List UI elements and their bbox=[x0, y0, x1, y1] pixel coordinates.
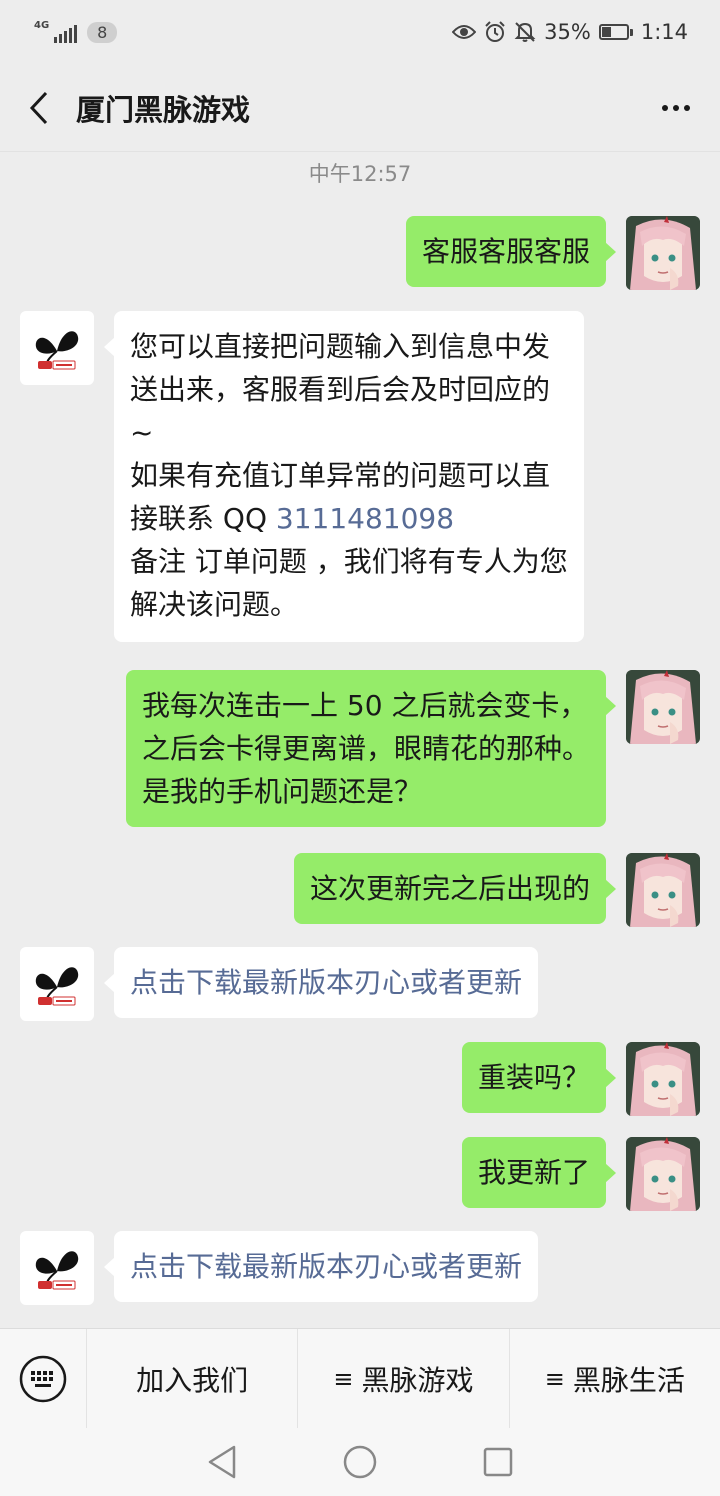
notification-count-badge: 8 bbox=[87, 21, 118, 43]
menu-item-label: 黑脉游戏 bbox=[361, 1363, 474, 1397]
back-icon bbox=[29, 91, 48, 124]
brand-avatar[interactable] bbox=[20, 311, 94, 385]
message-bubble[interactable]: 我每次连击一上 50 之后就会变卡， 之后会卡得更离谱，眼睛花的那种。 是我的手… bbox=[125, 670, 617, 827]
message-bubble[interactable]: 客服客服客服 bbox=[405, 216, 617, 287]
user-avatar[interactable] bbox=[626, 216, 700, 290]
message-outgoing: 这次更新完之后出现的 bbox=[293, 853, 700, 927]
message-incoming: 您可以直接把问题输入到信息中发 送出来，客服看到后会及时回应的 ~ 如果有充值订… bbox=[20, 311, 584, 642]
message-outgoing: 我更新了 bbox=[461, 1137, 700, 1211]
download-link-bubble[interactable]: 点击下载最新版本刃心或者更新 bbox=[103, 947, 539, 1018]
message-outgoing: 重装吗？ bbox=[461, 1042, 700, 1116]
brand-avatar[interactable] bbox=[20, 947, 94, 1021]
menu-item-heimai-games[interactable]: ≡ 黑脉游戏 bbox=[297, 1328, 508, 1429]
message-bubble[interactable]: 我更新了 bbox=[461, 1137, 617, 1208]
message-timestamp: 中午12:57 bbox=[308, 162, 412, 186]
message-bubble[interactable]: 您可以直接把问题输入到信息中发 送出来，客服看到后会及时回应的 ~ 如果有充值订… bbox=[104, 311, 584, 642]
chat-title: 厦门黑脉游戏 bbox=[76, 92, 251, 127]
menu-item-heimai-life[interactable]: ≡ 黑脉生活 bbox=[508, 1328, 720, 1429]
alarm-icon bbox=[484, 21, 506, 43]
menu-item-label: 黑脉生活 bbox=[572, 1363, 685, 1397]
menu-item-label: 加入我们 bbox=[136, 1363, 249, 1397]
list-icon: ≡ bbox=[333, 1364, 354, 1393]
nav-back-button[interactable] bbox=[206, 1444, 238, 1480]
nav-recents-icon bbox=[483, 1447, 513, 1477]
status-bar: 4G 8 35% 1:14 bbox=[0, 0, 720, 64]
keyboard-toggle-button[interactable] bbox=[0, 1329, 86, 1429]
more-icon bbox=[662, 104, 690, 111]
keyboard-icon bbox=[19, 1355, 67, 1402]
download-link-bubble[interactable]: 点击下载最新版本刃心或者更新 bbox=[103, 1231, 539, 1302]
user-avatar[interactable] bbox=[626, 670, 700, 744]
qq-number-link[interactable]: 3111481098 bbox=[276, 502, 454, 535]
eye-icon bbox=[452, 22, 477, 42]
message-bubble[interactable]: 重装吗？ bbox=[461, 1042, 617, 1113]
signal-icon: 4G bbox=[34, 20, 78, 43]
battery-icon bbox=[598, 24, 633, 40]
network-type: 4G bbox=[34, 20, 50, 31]
more-button[interactable] bbox=[656, 88, 696, 128]
nav-back-icon bbox=[208, 1445, 236, 1479]
battery-percent: 35% bbox=[544, 20, 591, 44]
clock: 1:14 bbox=[640, 20, 688, 44]
message-outgoing: 客服客服客服 bbox=[405, 216, 700, 290]
brand-avatar[interactable] bbox=[20, 1231, 94, 1305]
user-avatar[interactable] bbox=[626, 853, 700, 927]
message-bubble[interactable]: 这次更新完之后出现的 bbox=[293, 853, 617, 924]
message-outgoing: 我每次连击一上 50 之后就会变卡， 之后会卡得更离谱，眼睛花的那种。 是我的手… bbox=[125, 670, 700, 827]
message-list[interactable]: 中午12:57 客服客服客服 您可以直接把问题输入到信息中发 送出来，客服看到后… bbox=[0, 152, 720, 1328]
message-incoming: 点击下载最新版本刃心或者更新 bbox=[20, 1231, 539, 1305]
mute-icon bbox=[514, 21, 536, 43]
user-avatar[interactable] bbox=[626, 1137, 700, 1211]
nav-recents-button[interactable] bbox=[482, 1446, 514, 1478]
system-navigation-bar bbox=[0, 1428, 720, 1496]
menu-item-join-us[interactable]: 加入我们 bbox=[86, 1328, 297, 1429]
nav-home-icon bbox=[343, 1445, 377, 1479]
official-account-menu: 加入我们 ≡ 黑脉游戏 ≡ 黑脉生活 bbox=[0, 1328, 720, 1429]
chat-header: 厦门黑脉游戏 bbox=[0, 64, 720, 152]
message-text: 备注 订单问题 ，我们将有专人为您 解决该问题。 bbox=[130, 545, 568, 621]
back-button[interactable] bbox=[24, 88, 54, 128]
message-incoming: 点击下载最新版本刃心或者更新 bbox=[20, 947, 539, 1021]
list-icon: ≡ bbox=[544, 1364, 565, 1393]
nav-home-button[interactable] bbox=[342, 1444, 378, 1480]
user-avatar[interactable] bbox=[626, 1042, 700, 1116]
